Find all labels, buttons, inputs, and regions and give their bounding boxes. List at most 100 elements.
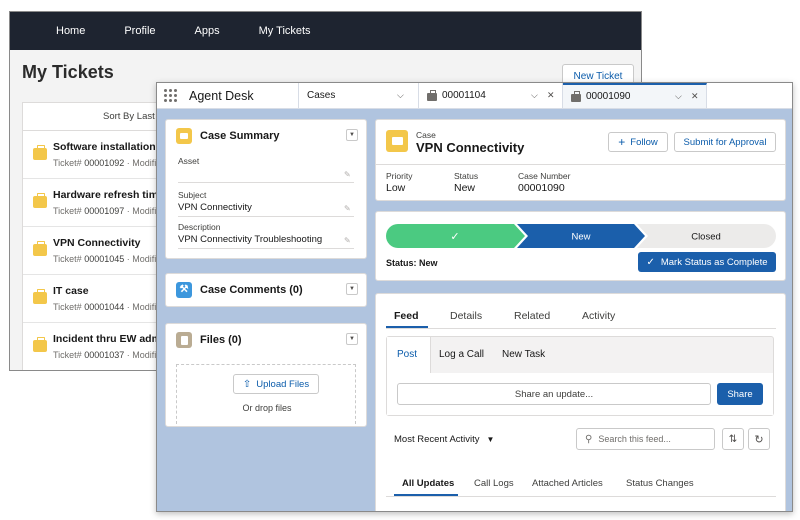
publisher-tab-post[interactable]: Post — [397, 349, 417, 360]
tab-activity[interactable]: Activity — [582, 310, 615, 322]
nav-my-tickets-link[interactable]: My Tickets — [259, 25, 311, 37]
nav-home-link[interactable]: Home — [56, 25, 85, 37]
chevron-down-icon[interactable]: ⌵ — [675, 91, 682, 102]
description-label: Description — [178, 222, 221, 232]
priority-label: Priority — [386, 171, 413, 181]
case-icon — [386, 130, 408, 152]
feed-card: Feed Details Related Activity Post Log a… — [375, 293, 786, 511]
refresh-icon[interactable]: ↻ — [748, 428, 770, 450]
follow-button[interactable]: + Follow — [608, 132, 668, 152]
filter-call-logs[interactable]: Call Logs — [474, 478, 514, 489]
record-header-card: Case VPN Connectivity + Follow Submit fo… — [375, 119, 786, 201]
collapse-icon[interactable]: ⇅ — [722, 428, 744, 450]
share-update-input[interactable]: Share an update... — [397, 383, 711, 405]
subject-label: Subject — [178, 190, 207, 200]
follow-label: Follow — [630, 136, 658, 148]
tab-details[interactable]: Details — [450, 310, 482, 322]
chevron-down-icon[interactable]: ▼ — [346, 283, 358, 295]
check-icon: ✓ — [646, 256, 655, 268]
chevron-down-icon[interactable]: ⌵ — [397, 90, 404, 101]
file-drop-zone[interactable]: ⇧ Upload Files Or drop files — [176, 364, 356, 424]
close-icon[interactable]: ✕ — [691, 91, 699, 102]
priority-value: Low — [386, 182, 406, 194]
tabs-divider — [386, 328, 776, 329]
chevron-down-icon[interactable]: ▼ — [346, 129, 358, 141]
tab-label: 00001090 — [586, 91, 631, 102]
publisher-body: Share an update... Share — [387, 373, 773, 415]
tab-case-00001104[interactable]: 00001104 ⌵ ✕ — [419, 83, 563, 108]
search-icon: ⚲ — [585, 433, 593, 445]
ticket-number: 00001092 — [84, 158, 125, 168]
feed-search-input[interactable]: ⚲ Search this feed... — [576, 428, 715, 450]
nav-item-select[interactable]: Cases ⌵ — [299, 83, 419, 108]
edit-pencil-icon[interactable]: ✎ — [344, 204, 351, 213]
status-value: New — [454, 182, 476, 194]
ticket-meta: Ticket# 00001097 · Modifie — [53, 206, 161, 216]
nav-apps-link[interactable]: Apps — [195, 25, 220, 37]
field-divider — [178, 216, 354, 217]
ticket-title[interactable]: Hardware refresh timel — [53, 189, 167, 201]
close-icon[interactable]: ✕ — [547, 90, 555, 101]
ticket-meta: Ticket# 00001092 · Modifie — [53, 158, 161, 168]
record-object-label: Case — [416, 130, 436, 140]
chevron-down-icon[interactable]: ▼ — [346, 333, 358, 345]
check-icon: ✓ — [450, 230, 459, 243]
ticket-meta: Ticket# 00001045 · Modifie — [53, 254, 161, 264]
case-number-value: 00001090 — [518, 182, 565, 194]
chevron-down-icon[interactable]: ⌵ — [531, 90, 538, 101]
card-header: ⚒ Case Comments (0) ▼ — [166, 274, 366, 306]
ticket-title[interactable]: Incident thru EW admir — [53, 333, 168, 345]
card-title: Case Comments (0) — [200, 284, 303, 296]
drop-files-hint: Or drop files — [242, 403, 292, 413]
ticket-title[interactable]: Software installation — [53, 141, 156, 153]
mark-status-complete-button[interactable]: ✓ Mark Status as Complete — [638, 252, 776, 272]
card-header: Case Summary ▼ — [166, 120, 366, 152]
card-title: Files (0) — [200, 334, 242, 346]
ticket-prefix: Ticket# — [53, 302, 85, 312]
console-nav-bar: Agent Desk Cases ⌵ 00001104 ⌵ ✕ 00001090… — [157, 83, 792, 109]
wrench-icon: ⚒ — [176, 282, 192, 298]
filter-attached-articles[interactable]: Attached Articles — [532, 478, 603, 489]
filter-status-changes[interactable]: Status Changes — [626, 478, 694, 489]
tab-feed[interactable]: Feed — [394, 310, 419, 322]
case-icon — [33, 337, 47, 352]
feed-search-placeholder: Search this feed... — [598, 434, 671, 444]
case-icon — [33, 145, 47, 160]
tab-case-00001090[interactable]: 00001090 ⌵ ✕ — [563, 83, 707, 108]
path-step-label: Closed — [691, 232, 721, 243]
card-title: Case Summary — [200, 130, 280, 142]
case-icon — [33, 289, 47, 304]
submit-for-approval-button[interactable]: Submit for Approval — [674, 132, 776, 152]
header-divider — [376, 164, 785, 165]
publisher-tab-log-call[interactable]: Log a Call — [439, 349, 484, 360]
screenshot-stage: Home Profile Apps My Tickets My Tickets … — [0, 0, 800, 520]
feed-sort-select[interactable]: Most Recent Activity ▼ — [394, 434, 494, 445]
ticket-prefix: Ticket# — [53, 206, 85, 216]
field-divider — [178, 248, 354, 249]
ticket-prefix: Ticket# — [53, 254, 85, 264]
publisher-tab-new-task[interactable]: New Task — [502, 349, 545, 360]
share-button[interactable]: Share — [717, 383, 763, 405]
files-card: Files (0) ▼ ⇧ Upload Files Or drop files — [165, 323, 367, 427]
upload-files-button[interactable]: ⇧ Upload Files — [233, 374, 319, 394]
status-label: Status — [454, 171, 479, 181]
path-step-label: New — [571, 232, 590, 243]
nav-profile-link[interactable]: Profile — [124, 25, 155, 37]
tab-related[interactable]: Related — [514, 310, 550, 322]
app-launcher-icon[interactable] — [157, 83, 183, 108]
case-summary-card: Case Summary ▼ Asset ✎ Subject VPN Conne… — [165, 119, 367, 259]
description-value: VPN Connectivity Troubleshooting — [178, 234, 323, 245]
filter-all-updates[interactable]: All Updates — [402, 478, 454, 489]
case-icon — [176, 128, 192, 144]
status-path: ✓ New Closed — [386, 224, 776, 248]
case-icon — [33, 241, 47, 256]
plus-icon: + — [618, 135, 626, 149]
edit-pencil-icon[interactable]: ✎ — [344, 170, 351, 179]
case-comments-card: ⚒ Case Comments (0) ▼ — [165, 273, 367, 307]
ticket-title[interactable]: IT case — [53, 285, 89, 297]
edit-pencil-icon[interactable]: ✎ — [344, 236, 351, 245]
ticket-title[interactable]: VPN Connectivity — [53, 237, 141, 249]
asset-label: Asset — [178, 156, 200, 166]
field-divider — [178, 182, 354, 183]
publisher: Post Log a Call New Task Share an update… — [386, 336, 774, 416]
